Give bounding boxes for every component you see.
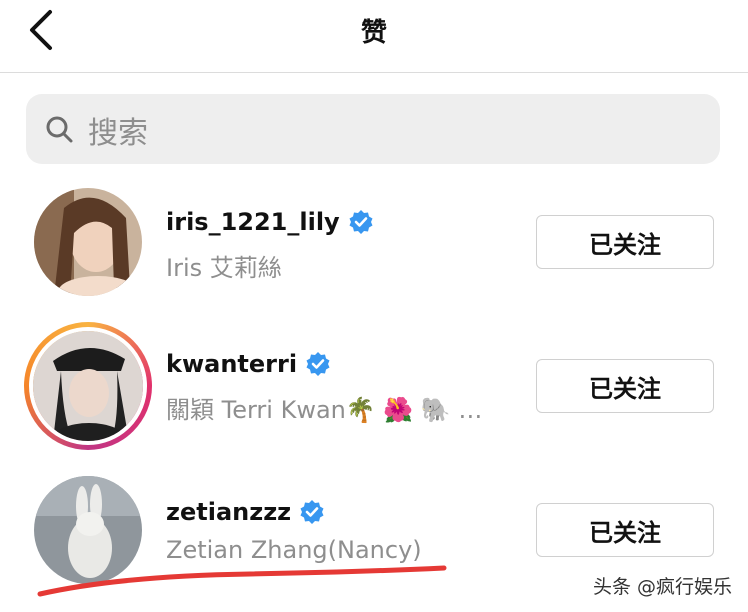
search-icon bbox=[46, 116, 73, 143]
username[interactable]: zetianzzz bbox=[166, 498, 325, 526]
verified-badge-icon bbox=[306, 352, 330, 376]
full-name: 關穎 Terri Kwan🌴 🌺 🐘 … bbox=[166, 396, 483, 424]
list-item[interactable]: kwanterri 關穎 Terri Kwan🌴 🌺 🐘 … 已关注 bbox=[0, 322, 748, 464]
watermark: 头条 @疯行娱乐 bbox=[592, 576, 732, 598]
search-input[interactable]: 搜索 bbox=[88, 108, 148, 152]
page-title: 赞 bbox=[360, 18, 387, 48]
following-button[interactable]: 已关注 bbox=[536, 359, 714, 413]
username[interactable]: iris_1221_lily bbox=[166, 208, 374, 236]
following-button[interactable]: 已关注 bbox=[536, 215, 714, 269]
following-button[interactable]: 已关注 bbox=[536, 503, 714, 557]
avatar-story-ring[interactable] bbox=[24, 322, 152, 450]
header-divider bbox=[0, 72, 748, 73]
verified-badge-icon bbox=[300, 500, 324, 524]
avatar[interactable] bbox=[34, 188, 142, 296]
verified-badge-icon bbox=[349, 210, 373, 234]
annotation-underline bbox=[37, 565, 447, 597]
full-name: Iris 艾莉絲 bbox=[166, 254, 282, 282]
list-item[interactable]: iris_1221_lily Iris 艾莉絲 已关注 bbox=[0, 186, 748, 326]
search-bar[interactable]: 搜索 bbox=[26, 94, 720, 164]
header-bar: 赞 bbox=[0, 0, 748, 72]
avatar bbox=[29, 327, 147, 445]
username[interactable]: kwanterri bbox=[166, 350, 331, 378]
